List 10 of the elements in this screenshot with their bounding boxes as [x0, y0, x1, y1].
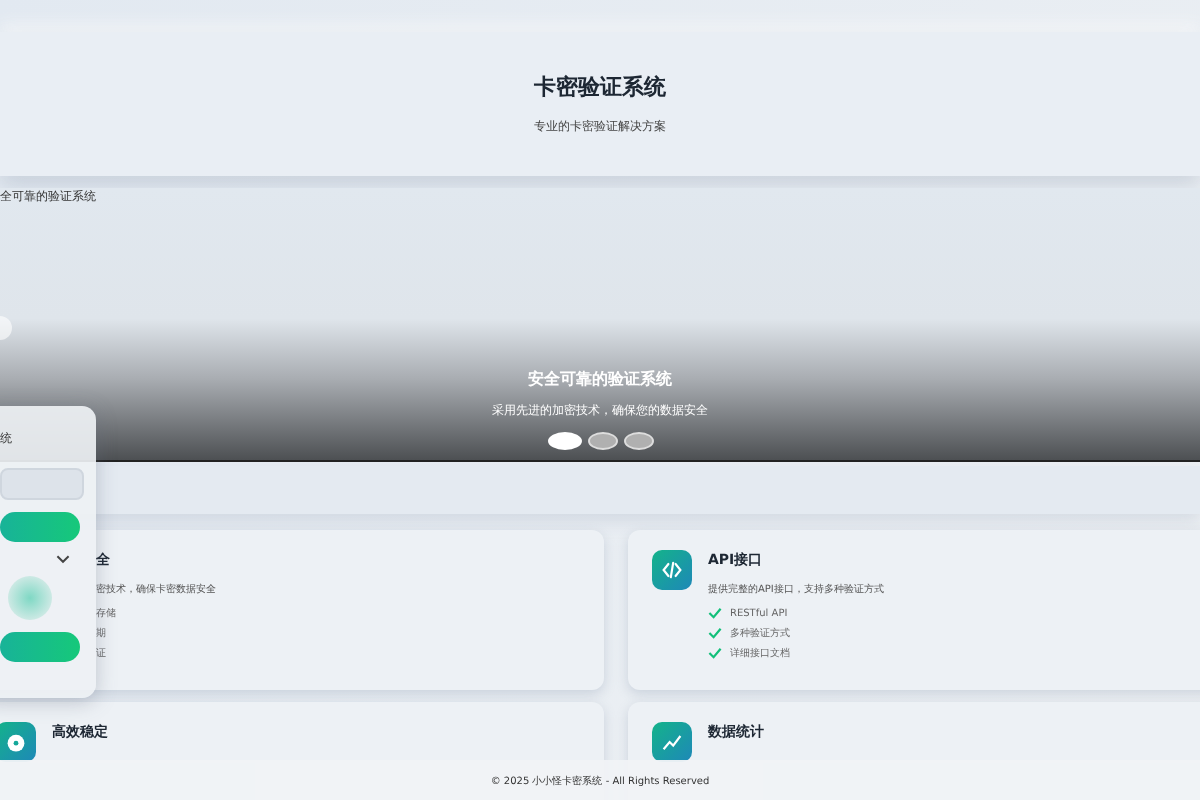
site-title: 卡密验证系统: [534, 72, 666, 102]
feature-icon: [652, 722, 692, 762]
carousel-dot[interactable]: [587, 432, 617, 450]
carousel-dot[interactable]: [623, 432, 653, 450]
feature-icon: [0, 722, 36, 762]
blurred-circle: [8, 576, 52, 620]
input-field[interactable]: [0, 468, 84, 500]
feature-icon: [652, 550, 692, 590]
chevron-icon[interactable]: [56, 554, 70, 564]
slide-title: 安全可靠的验证系统: [528, 368, 672, 390]
